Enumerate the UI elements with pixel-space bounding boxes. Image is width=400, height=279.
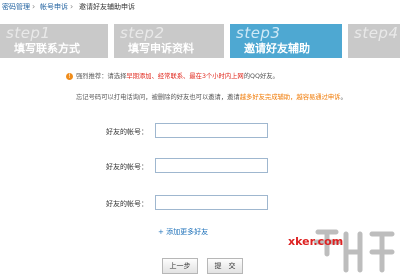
step-2: step2 填写申诉资料 [114, 24, 224, 58]
step-label: 邀请好友辅助 [244, 42, 310, 55]
friend-account-input-1[interactable] [155, 123, 268, 138]
warning-icon: ! [66, 72, 73, 80]
recommendation-notice: ! 强烈推荐：请选择早期添加、经常联系、最在3个小时内上网的QQ好友。 [66, 71, 279, 80]
friend-account-label: 好友的帐号： [106, 128, 148, 136]
hint-suffix: 。 [340, 94, 347, 101]
friend-row-2: 好友的帐号： [0, 158, 400, 176]
friend-account-input-3[interactable] [155, 195, 268, 210]
breadcrumb-item-current: 邀请好友辅助申诉 [79, 3, 135, 11]
friend-row-3: 好友的帐号： [0, 195, 400, 213]
step-label: 填写申诉资料 [128, 42, 194, 55]
breadcrumb-item-password[interactable]: 密码管理 [2, 0, 30, 14]
submit-button[interactable]: 提 交 [207, 258, 243, 274]
friend-account-label: 好友的帐号： [106, 163, 148, 171]
invite-hint: 忘记号码可以打电话询问，被删除的好友也可以邀请，邀请越多好友完成辅助，越容易通过… [76, 92, 347, 101]
step-4: step4 [348, 24, 400, 58]
notice-suffix: 的QQ好友。 [243, 73, 279, 80]
step-3: step3 邀请好友辅助 [230, 24, 342, 58]
hint-highlight: 越多好友完成辅助，越容易通过申诉 [239, 94, 341, 101]
notice-prefix: 强烈推荐：请选择 [76, 73, 127, 80]
hint-prefix: 忘记号码可以打电话询问，被删除的好友也可以邀请，邀请 [76, 94, 240, 101]
step-progress: step1 填写联系方式 step2 填写申诉资料 step3 邀请好友辅助 s… [0, 24, 400, 58]
friend-row-1: 好友的帐号： [0, 123, 400, 141]
step-1: step1 填写联系方式 [0, 24, 108, 58]
breadcrumb-item-appeal[interactable]: 帐号申诉 [40, 0, 68, 14]
notice-highlight: 早期添加、经常联系、最在3个小时内上网 [126, 73, 244, 80]
prev-step-button[interactable]: 上一步 [162, 258, 198, 274]
site-watermark-logo [313, 229, 395, 273]
step-number: step4 [354, 24, 399, 42]
add-more-friends-link[interactable]: + 添加更多好友 [158, 227, 208, 237]
breadcrumb-separator: › [70, 2, 74, 11]
friend-account-input-2[interactable] [155, 158, 268, 173]
watermark-text: xker.com [288, 235, 344, 248]
friend-account-label: 好友的帐号： [106, 200, 148, 208]
step-label: 填写联系方式 [14, 42, 80, 55]
breadcrumb-separator: › [32, 2, 36, 11]
